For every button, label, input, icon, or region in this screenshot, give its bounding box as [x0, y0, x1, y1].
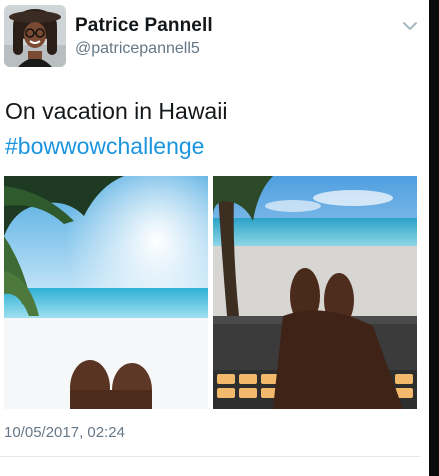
hashtag-link[interactable]: #bowwowchallenge	[5, 129, 227, 164]
tweet-card: Patrice Pannell @patricepannell5 On vaca…	[0, 0, 439, 476]
avatar-image	[4, 5, 66, 67]
screen-edge	[429, 0, 439, 476]
tweet-text: On vacation in Hawaii #bowwowchallenge	[5, 94, 227, 164]
tweet-timestamp: 10/05/2017, 02:24	[4, 424, 125, 441]
beach-photo	[4, 176, 208, 409]
display-name[interactable]: Patrice Pannell	[75, 15, 213, 37]
chevron-down-icon[interactable]	[402, 20, 418, 32]
media-photo-1[interactable]	[4, 176, 208, 409]
media-photo-2[interactable]	[213, 176, 417, 409]
tweet-body: On vacation in Hawaii	[5, 98, 228, 124]
user-handle[interactable]: @patricepannell5	[75, 40, 200, 58]
laptop-photo	[213, 176, 417, 409]
divider	[0, 456, 420, 457]
avatar[interactable]	[4, 5, 66, 67]
